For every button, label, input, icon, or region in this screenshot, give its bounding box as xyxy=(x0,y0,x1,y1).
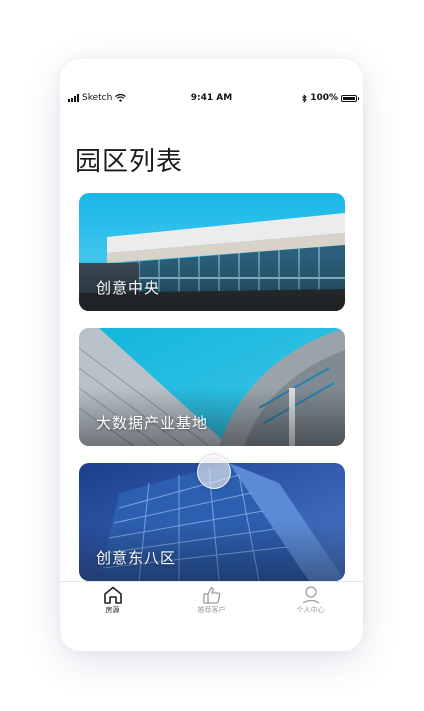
park-name: 创意中央 xyxy=(96,279,161,297)
park-name: 创意东八区 xyxy=(96,549,177,567)
status-right: 100% xyxy=(302,90,359,106)
tab-label: 房源 xyxy=(105,606,120,614)
thumbs-up-icon xyxy=(202,587,220,604)
floating-assistive-button[interactable] xyxy=(197,455,231,489)
status-bar: Sketch 9:41 AM 100% xyxy=(60,90,363,106)
bluetooth-icon xyxy=(302,93,307,103)
park-card-big-data-base[interactable]: 大数据产业基地 xyxy=(79,328,345,446)
battery-icon xyxy=(341,94,359,102)
tab-profile[interactable]: 个人中心 xyxy=(260,582,361,622)
battery-percent: 100% xyxy=(310,93,338,103)
tab-listings[interactable]: 房源 xyxy=(62,582,163,622)
tab-label: 个人中心 xyxy=(296,606,325,614)
home-icon xyxy=(103,586,122,604)
park-card-creative-center[interactable]: 创意中央 xyxy=(79,193,345,311)
tab-label: 推荐客户 xyxy=(197,606,226,614)
tab-bar: 房源 推荐客户 个人中心 xyxy=(60,581,363,622)
user-icon xyxy=(302,586,319,604)
page-title: 园区列表 xyxy=(75,147,184,177)
phone-frame: Sketch 9:41 AM 100% 园区列表 创意中央 大数据产业基地 创意… xyxy=(60,59,363,651)
tab-recommended-clients[interactable]: 推荐客户 xyxy=(161,582,262,622)
park-name: 大数据产业基地 xyxy=(96,414,209,432)
